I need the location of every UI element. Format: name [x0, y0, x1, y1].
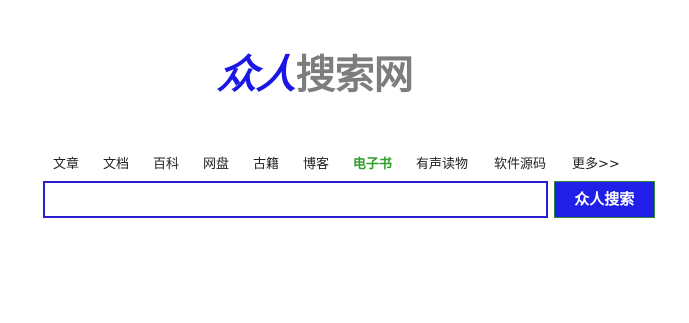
- search-button[interactable]: 众人搜索: [554, 181, 655, 218]
- search-input[interactable]: [43, 181, 548, 218]
- category-nav: 文章 文档 百科 网盘 古籍 博客 电子书 有声读物 软件源码 更多>>: [0, 154, 689, 176]
- nav-item-netdisk[interactable]: 网盘: [203, 154, 229, 176]
- nav-item-encyclopedia[interactable]: 百科: [153, 154, 179, 176]
- nav-item-more[interactable]: 更多>>: [572, 154, 620, 176]
- nav-item-blogs[interactable]: 博客: [303, 154, 329, 176]
- nav-item-ebooks[interactable]: 电子书: [353, 154, 392, 176]
- nav-item-software-source[interactable]: 软件源码: [494, 154, 546, 176]
- logo-text-secondary: 搜索网: [296, 52, 414, 98]
- logo-text-primary: 众人: [215, 52, 299, 98]
- site-logo[interactable]: 众人搜索网: [215, 50, 414, 100]
- nav-item-audiobooks[interactable]: 有声读物: [416, 154, 468, 176]
- nav-item-ancient-books[interactable]: 古籍: [253, 154, 279, 176]
- nav-item-documents[interactable]: 文档: [103, 154, 129, 176]
- nav-item-articles[interactable]: 文章: [53, 154, 79, 176]
- page: 众人搜索网 文章 文档 百科 网盘 古籍 博客 电子书 有声读物 软件源码 更多…: [0, 0, 689, 323]
